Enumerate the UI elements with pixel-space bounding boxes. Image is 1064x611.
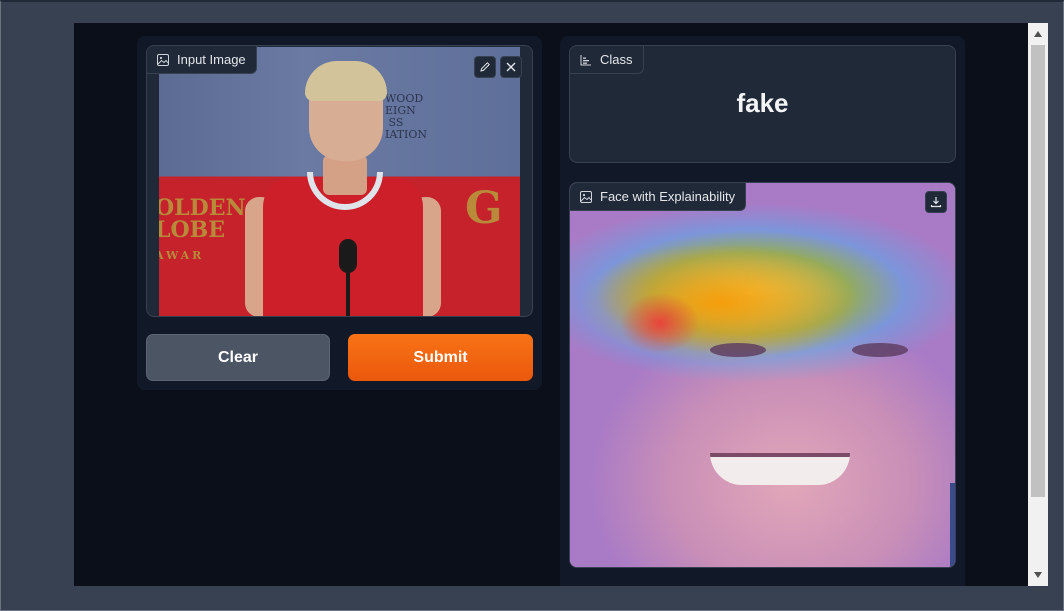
photo-hair bbox=[305, 61, 387, 101]
input-panel: Input Image WOOD EIGN SS IATION OLDEN LOBE A… bbox=[137, 36, 542, 390]
heatmap-shadow bbox=[950, 483, 955, 567]
image-icon bbox=[580, 190, 592, 203]
photo-microphone-stand bbox=[346, 271, 350, 316]
triangle-down-icon bbox=[1034, 572, 1042, 578]
clear-button[interactable]: Clear bbox=[146, 334, 330, 381]
input-image-label: Input Image bbox=[147, 46, 257, 74]
output-panel: Class fake Face with Explainability bbox=[560, 36, 965, 586]
class-label: Class bbox=[570, 46, 644, 74]
photo-backdrop-logo-right: G bbox=[465, 183, 503, 234]
remove-image-button[interactable] bbox=[500, 56, 522, 78]
scroll-up-arrow[interactable] bbox=[1028, 25, 1048, 43]
triangle-up-icon bbox=[1034, 31, 1042, 37]
app-container: Input Image WOOD EIGN SS IATION OLDEN LOBE A… bbox=[74, 23, 1048, 586]
photo-microphone bbox=[339, 239, 357, 273]
bar-chart-icon bbox=[580, 54, 591, 65]
class-output-block: Class fake bbox=[569, 45, 956, 163]
scroll-down-arrow[interactable] bbox=[1028, 566, 1048, 584]
submit-button[interactable]: Submit bbox=[348, 334, 533, 381]
heatmap-eye-right bbox=[852, 343, 908, 357]
explainability-label-text: Face with Explainability bbox=[600, 189, 736, 204]
input-image-block[interactable]: Input Image WOOD EIGN SS IATION OLDEN LOBE A… bbox=[146, 45, 533, 317]
close-icon bbox=[506, 62, 516, 72]
explainability-block: Face with Explainability bbox=[569, 182, 956, 568]
heatmap-eye-left bbox=[710, 343, 766, 357]
class-label-text: Class bbox=[600, 52, 633, 67]
heatmap-mouth bbox=[710, 453, 850, 485]
photo-backdrop-logo-left: OLDEN LOBE AWAR bbox=[159, 195, 246, 262]
photo-backdrop-text-top: WOOD EIGN SS IATION bbox=[385, 92, 428, 141]
explainability-heatmap-image bbox=[570, 183, 955, 567]
vertical-scrollbar[interactable] bbox=[1028, 23, 1048, 586]
input-photo: WOOD EIGN SS IATION OLDEN LOBE AWAR G bbox=[159, 47, 520, 316]
edit-image-button[interactable] bbox=[474, 56, 496, 78]
download-button[interactable] bbox=[925, 191, 947, 213]
pencil-icon bbox=[480, 62, 490, 72]
scroll-thumb[interactable] bbox=[1031, 45, 1045, 497]
image-icon bbox=[157, 53, 169, 66]
class-value: fake bbox=[736, 88, 789, 118]
input-image-label-text: Input Image bbox=[177, 52, 246, 67]
download-icon bbox=[930, 197, 942, 208]
explainability-label: Face with Explainability bbox=[570, 183, 747, 211]
